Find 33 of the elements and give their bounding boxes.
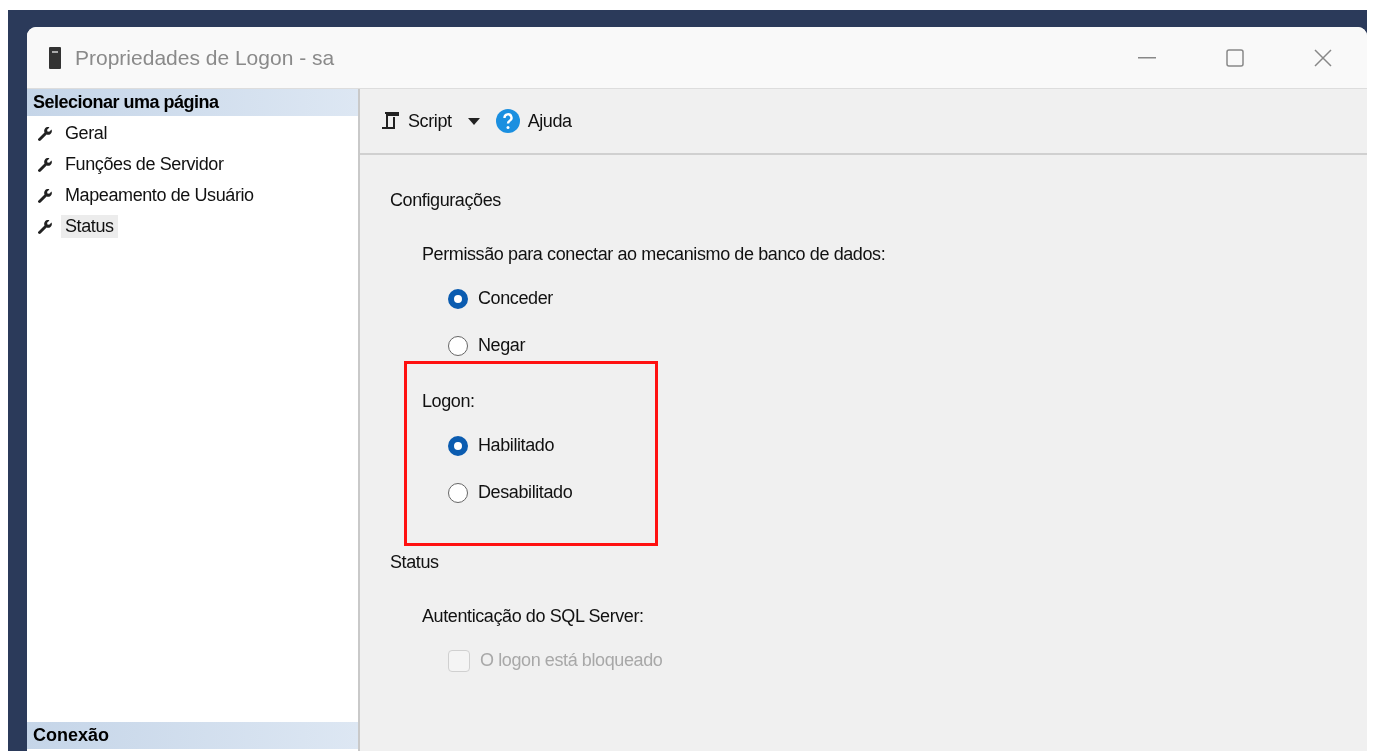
section-title: Configurações [390,190,501,211]
script-button[interactable]: Script [376,106,456,136]
group-label: Autenticação do SQL Server: [422,606,644,627]
radio-button[interactable] [448,435,468,456]
sidebar-item[interactable]: Funções de Servidor [61,153,228,176]
wrench-icon [37,218,53,235]
close-icon [1314,48,1332,67]
radio-button[interactable] [448,482,468,503]
sidebar-item[interactable]: Mapeamento de Usuário [61,184,258,207]
section-title: Status [390,552,439,573]
sidebar-header: Selecionar uma página [27,89,358,116]
wrench-icon [37,187,53,204]
radio-button[interactable] [448,288,468,309]
checkbox-label: O logon está bloqueado [480,650,663,671]
radio-label: Conceder [478,288,553,309]
help-icon [495,109,520,133]
wrench-icon [37,125,53,142]
script-icon [380,111,400,131]
window-title: Propriedades de Logon - sa [75,45,336,70]
radio-label: Negar [478,335,526,356]
maximize-icon [1226,48,1244,67]
radio-button[interactable] [448,335,468,356]
sidebar-item[interactable]: Status [61,215,118,238]
group-label: Permissão para conectar ao mecanismo de banco de dados: [422,244,886,265]
server-icon [49,46,61,69]
help-button[interactable]: Ajuda [491,105,576,137]
group-label: Logon: [422,391,475,412]
minimize-icon [1138,56,1156,59]
radio-label: Desabilitado [478,482,573,503]
wrench-icon [37,156,53,173]
radio-label: Habilitado [478,435,555,456]
sidebar-header: Conexão [27,722,358,749]
sidebar-item[interactable]: Geral [61,122,112,145]
